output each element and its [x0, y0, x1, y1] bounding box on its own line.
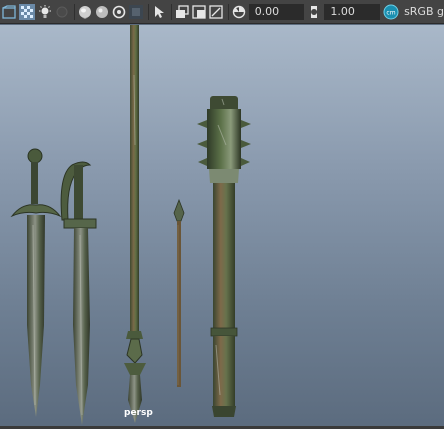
sword-straight[interactable]	[10, 148, 62, 417]
camera-attribute-icon[interactable]	[2, 2, 16, 22]
perspective-viewport[interactable]: persp	[0, 25, 444, 429]
select-cursor-icon[interactable]	[152, 2, 166, 22]
lighting-icon[interactable]	[38, 2, 52, 22]
xray-icon[interactable]	[128, 2, 143, 22]
exposure-field[interactable]: 0.00	[248, 3, 305, 20]
layers-icon[interactable]	[192, 2, 206, 22]
frame-icon[interactable]	[209, 2, 223, 22]
sphere-shaded-icon[interactable]	[78, 2, 92, 22]
toolbar-separator	[170, 3, 172, 20]
maya-viewport-window: 0.00 1.00 cm sRGB g persp	[0, 0, 444, 429]
arrow-short[interactable]	[173, 198, 185, 387]
color-management-icon[interactable]: cm	[383, 2, 399, 22]
viewport-toolbar: 0.00 1.00 cm sRGB g	[0, 0, 444, 24]
sword-curved-hilt[interactable]	[60, 161, 97, 425]
grid-toggle-icon[interactable]	[19, 2, 35, 22]
spiked-club[interactable]	[197, 96, 251, 417]
scene-canvas	[10, 25, 251, 425]
exposure-icon[interactable]	[232, 2, 246, 22]
gamma-icon[interactable]	[307, 2, 321, 22]
spear-long[interactable]	[124, 25, 146, 423]
shadow-icon[interactable]	[55, 2, 69, 22]
gamma-field[interactable]: 1.00	[324, 3, 381, 20]
toolbar-separator	[147, 3, 149, 20]
svg-text:cm: cm	[386, 9, 395, 16]
toolbar-separator	[74, 3, 75, 20]
sphere-wire-icon[interactable]	[95, 2, 109, 22]
toolbar-separator	[227, 3, 229, 20]
isolate-icon[interactable]	[112, 2, 126, 22]
camera-name-label: persp	[124, 408, 153, 418]
color-space-label[interactable]: sRGB g	[404, 5, 444, 18]
stack-icon[interactable]	[175, 2, 189, 22]
